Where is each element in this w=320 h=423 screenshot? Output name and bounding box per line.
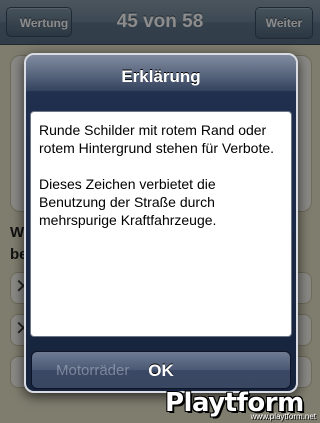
alert-title: Erklärung	[121, 67, 201, 86]
ok-button-label: OK	[148, 361, 174, 380]
explanation-paragraph-2: Dieses Zeichen verbietet die Benutzung d…	[39, 176, 217, 228]
answer-text-behind-alert: Motorräder	[56, 362, 130, 379]
explanation-text-box: Runde Schilder mit rotem Rand oder rotem…	[30, 111, 292, 337]
explanation-alert: Erklärung Runde Schilder mit rotem Rand …	[24, 53, 298, 393]
explanation-paragraph-1: Runde Schilder mit rotem Rand oder rotem…	[39, 122, 275, 156]
watermark-url: www.playtform.net	[250, 412, 316, 421]
